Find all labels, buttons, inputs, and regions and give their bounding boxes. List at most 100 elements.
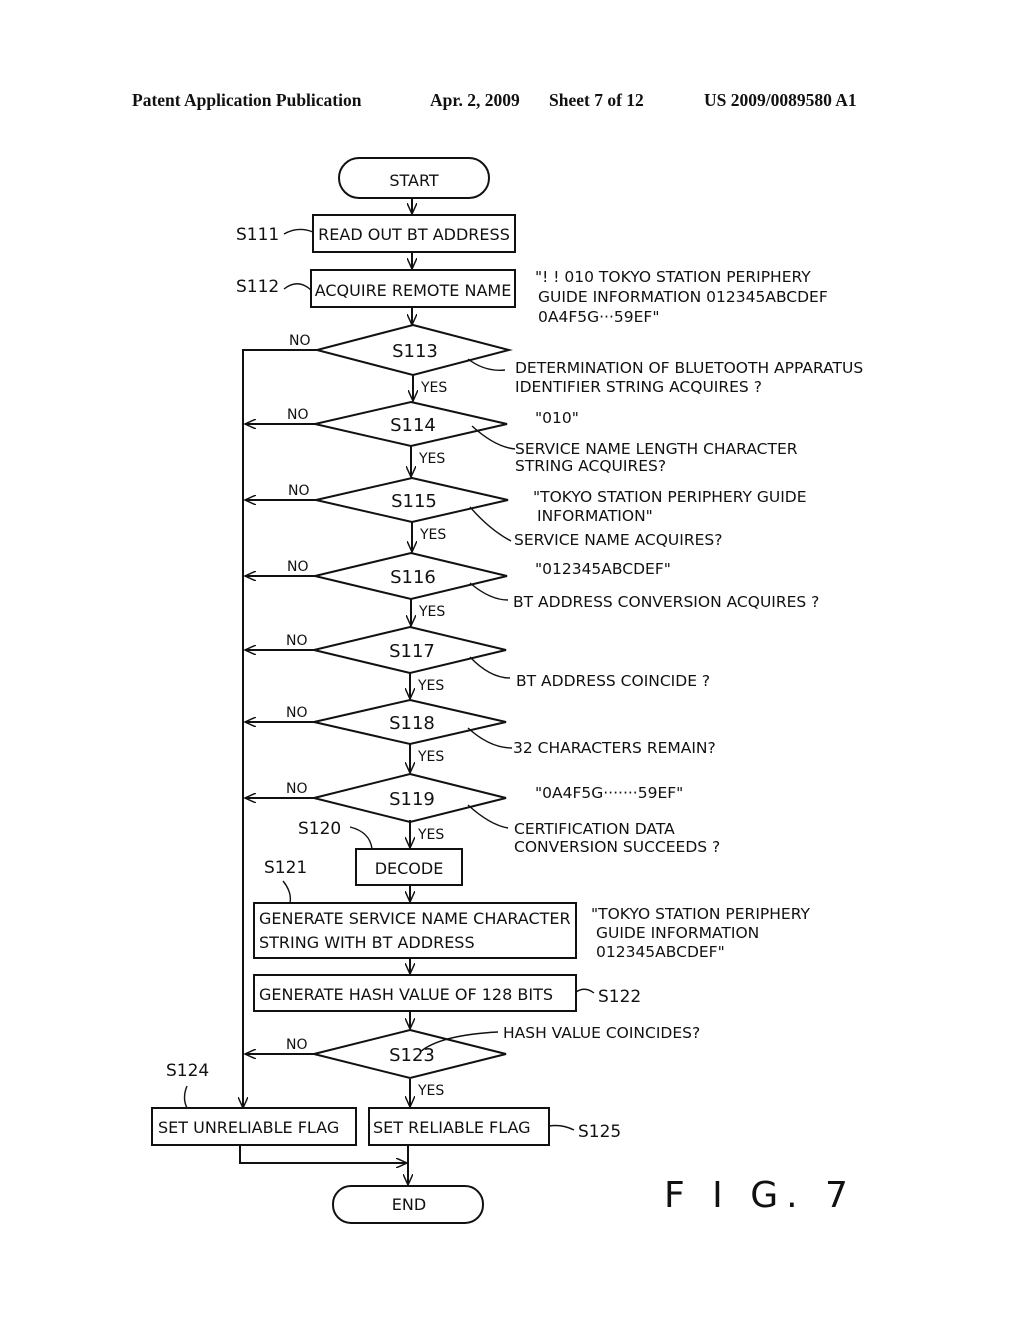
yes-label: YES	[418, 451, 445, 467]
figure-label: F I G. 7	[664, 1175, 856, 1216]
annotation-line: "! ! 010 TOKYO STATION PERIPHERY	[535, 268, 811, 286]
step-s111-text: READ OUT BT ADDRESS	[318, 225, 510, 244]
step-s122-text: GENERATE HASH VALUE OF 128 BITS	[259, 985, 553, 1004]
leader-line	[467, 358, 506, 371]
annotation-line: DETERMINATION OF BLUETOOTH APPARATUS	[515, 359, 863, 377]
step-s124: SET UNRELIABLE FLAG S124	[151, 1061, 357, 1146]
decision-s123: S123 NO YES	[245, 1028, 507, 1099]
annotation-line: SERVICE NAME ACQUIRES?	[514, 531, 722, 549]
yes-label: YES	[417, 827, 444, 843]
no-label: NO	[286, 633, 308, 649]
decision-s117-id: S117	[389, 641, 435, 662]
flowchart: START READ OUT BT ADDRESS S111 ACQUIRE R…	[151, 157, 863, 1224]
step-s122-id: S122	[598, 987, 641, 1007]
leader-line	[183, 1085, 188, 1109]
no-label: NO	[287, 559, 309, 575]
annotation-s117: BT ADDRESS COINCIDE ?	[469, 656, 710, 690]
end-label: END	[392, 1195, 426, 1214]
decision-s113-id: S113	[392, 341, 438, 362]
yes-label: YES	[417, 678, 444, 694]
annotation-line: HASH VALUE COINCIDES?	[503, 1024, 700, 1042]
leader-line	[282, 880, 292, 904]
annotation-value: 012345ABCDEF"	[596, 943, 725, 961]
annotation-value: "TOKYO STATION PERIPHERY GUIDE	[533, 488, 807, 506]
leader-line	[283, 283, 312, 291]
decision-s116-id: S116	[390, 567, 436, 588]
decision-s119-id: S119	[389, 789, 435, 810]
step-s112: ACQUIRE REMOTE NAME S112	[236, 269, 516, 308]
no-label: NO	[287, 407, 309, 423]
annotation-line: GUIDE INFORMATION 012345ABCDEF	[538, 288, 828, 306]
annotation-value: INFORMATION"	[537, 507, 653, 525]
annotation-value: GUIDE INFORMATION	[596, 924, 759, 942]
decision-s123-id: S123	[389, 1045, 435, 1066]
decision-s115-id: S115	[391, 491, 437, 512]
end-terminal: END	[332, 1185, 484, 1224]
step-s111-id: S111	[236, 225, 279, 245]
leader-line	[467, 804, 509, 829]
annotation-s118: 32 CHARACTERS REMAIN?	[467, 727, 716, 757]
annotation-line: CONVERSION SUCCEEDS ?	[514, 838, 720, 856]
annotation-s115: "TOKYO STATION PERIPHERY GUIDE INFORMATI…	[469, 488, 807, 549]
connector	[239, 1145, 407, 1163]
step-s125: SET RELIABLE FLAG S125	[368, 1107, 621, 1146]
leader-line	[467, 727, 513, 749]
step-s112-id: S112	[236, 277, 279, 297]
step-s120-id: S120	[298, 819, 341, 839]
annotation-value: "0A4F5G·······59EF"	[535, 784, 683, 802]
step-s125-id: S125	[578, 1122, 621, 1142]
step-s122: GENERATE HASH VALUE OF 128 BITS S122	[253, 974, 641, 1012]
annotation-s114: "010" SERVICE NAME LENGTH CHARACTER STRI…	[471, 409, 798, 475]
leader-line	[283, 228, 314, 235]
no-label: NO	[289, 333, 311, 349]
no-label: NO	[288, 483, 310, 499]
step-s111: READ OUT BT ADDRESS S111	[236, 214, 516, 253]
annotation-s116: "012345ABCDEF" BT ADDRESS CONVERSION ACQ…	[469, 560, 819, 611]
decision-s113: S113 NO YES	[243, 323, 513, 401]
step-s121-text: GENERATE SERVICE NAME CHARACTER	[259, 909, 571, 928]
decision-s118: S118 NO YES	[245, 698, 507, 773]
yes-label: YES	[420, 380, 447, 396]
annotation-line: 0A4F5G···59EF"	[538, 308, 659, 326]
step-s124-id: S124	[166, 1061, 209, 1081]
no-label: NO	[286, 781, 308, 797]
start-terminal: START	[338, 157, 490, 199]
yes-label: YES	[417, 1083, 444, 1099]
annotation-line: CERTIFICATION DATA	[514, 820, 675, 838]
step-s125-text: SET RELIABLE FLAG	[373, 1118, 531, 1137]
decision-s117: S117 NO YES	[245, 625, 507, 699]
annotation-line: SERVICE NAME LENGTH CHARACTER	[515, 440, 798, 458]
annotation-line: IDENTIFIER STRING ACQUIRES ?	[515, 378, 762, 396]
annotation-s121: "TOKYO STATION PERIPHERY GUIDE INFORMATI…	[591, 905, 810, 961]
decision-s119: S119 NO YES	[245, 772, 507, 843]
leader-line	[349, 826, 373, 850]
step-s121-id: S121	[264, 858, 307, 878]
decision-s116: S116 NO YES	[245, 551, 508, 626]
decision-s118-id: S118	[389, 713, 435, 734]
annotation-value: "TOKYO STATION PERIPHERY	[591, 905, 810, 923]
decision-s114: S114 NO YES	[245, 400, 508, 477]
leader-line	[548, 1124, 575, 1131]
leader-line	[575, 988, 595, 994]
annotation-line: BT ADDRESS CONVERSION ACQUIRES ?	[513, 593, 819, 611]
start-label: START	[389, 171, 439, 190]
annotation-line: 32 CHARACTERS REMAIN?	[513, 739, 716, 757]
leader-line	[469, 582, 509, 601]
annotation-s113: DETERMINATION OF BLUETOOTH APPARATUS IDE…	[467, 358, 863, 396]
annotation-s119: "0A4F5G·······59EF" CERTIFICATION DATA C…	[467, 784, 720, 856]
no-label: NO	[286, 1037, 308, 1053]
leader-line	[469, 506, 512, 542]
annotation-value: "010"	[535, 409, 579, 427]
annotation-value: "012345ABCDEF"	[535, 560, 671, 578]
yes-label: YES	[419, 527, 446, 543]
annotation-remote-name: "! ! 010 TOKYO STATION PERIPHERY GUIDE I…	[535, 268, 828, 326]
yes-label: YES	[418, 604, 445, 620]
annotation-line: STRING ACQUIRES?	[515, 457, 666, 475]
decision-s115: S115 NO YES	[245, 476, 509, 552]
step-s112-text: ACQUIRE REMOTE NAME	[315, 281, 512, 300]
yes-label: YES	[417, 749, 444, 765]
decision-s114-id: S114	[390, 415, 436, 436]
annotation-line: BT ADDRESS COINCIDE ?	[516, 672, 710, 690]
step-s124-text: SET UNRELIABLE FLAG	[158, 1118, 339, 1137]
step-s120-text: DECODE	[375, 859, 444, 878]
